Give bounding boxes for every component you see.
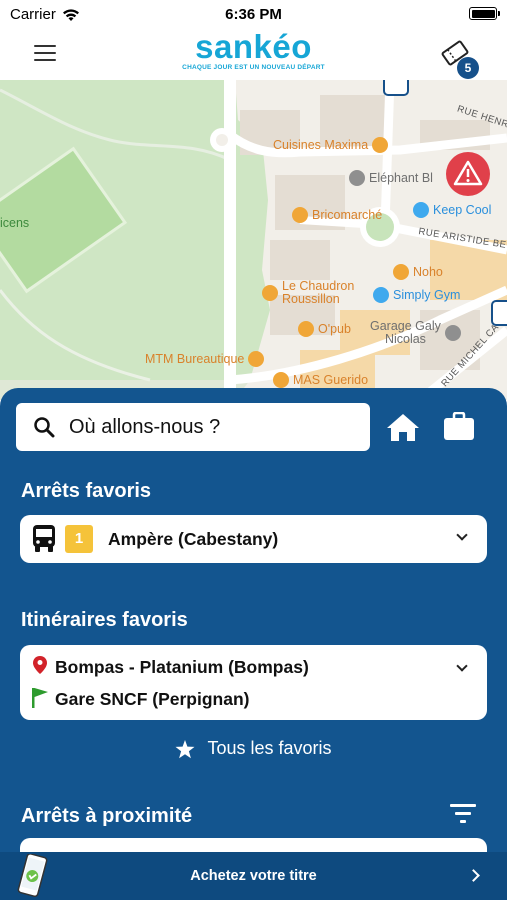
favorite-itinerary-card[interactable]: Bompas - Platanium (Bompas) Gare SNCF (P…	[20, 645, 487, 720]
battery-icon	[469, 7, 500, 20]
favorite-stops-title: Arrêts favoris	[21, 480, 152, 502]
logo-tagline: CHAQUE JOUR EST UN NOUVEAU DÉPART	[182, 64, 325, 71]
traffic-alert-marker[interactable]	[446, 152, 490, 196]
star-icon	[175, 739, 195, 758]
favorite-stop-card[interactable]: 1 Ampère (Cabestany)	[20, 515, 487, 563]
poi-noho[interactable]: Noho	[393, 264, 443, 280]
home-button[interactable]	[386, 412, 420, 442]
gym-icon	[373, 287, 389, 303]
gym-icon	[413, 202, 429, 218]
poi-elephant-bleu[interactable]: Eléphant Bl	[349, 170, 433, 186]
app-header: sankéo CHAQUE JOUR EST UN NOUVEAU DÉPART…	[0, 28, 507, 80]
nearby-stops-title: Arrêts à proximité	[21, 805, 193, 827]
briefcase-icon	[444, 411, 474, 440]
all-favorites-link[interactable]: Tous les favoris	[0, 738, 507, 759]
status-bar: Carrier 6:36 PM	[0, 0, 507, 28]
clock: 6:36 PM	[225, 6, 282, 23]
warning-icon	[453, 160, 483, 186]
logo: sankéo CHAQUE JOUR EST UN NOUVEAU DÉPART	[0, 28, 507, 72]
search-input[interactable]: Où allons-nous ?	[16, 403, 370, 451]
favorite-stop-name: Ampère (Cabestany)	[108, 529, 279, 549]
line-badge: 1	[65, 525, 93, 553]
bar-icon	[298, 321, 314, 337]
bus-icon	[33, 525, 55, 552]
shop-icon	[372, 137, 389, 153]
map-view[interactable]: RUE HENRI RUE ARISTIDE BE RUE MICHEL CA …	[0, 80, 507, 400]
shop-icon	[248, 351, 265, 367]
car-wash-icon	[349, 170, 365, 186]
shop-icon	[292, 207, 308, 223]
poi-le-chaudron[interactable]: Le Chaudron Roussillon	[262, 280, 354, 306]
restaurant-icon	[262, 285, 278, 301]
chevron-down-icon[interactable]	[456, 660, 468, 672]
park-label: icens	[0, 216, 30, 230]
logo-name: sankéo	[195, 28, 312, 65]
filter-icon[interactable]	[450, 804, 476, 824]
bottom-panel: Où allons-nous ? Arrêts favoris 1 Ampère…	[0, 388, 507, 878]
buy-ticket-label: Achetez votre titre	[190, 868, 317, 884]
poi-mtm-bureautique[interactable]: MTM Bureautique	[145, 351, 265, 367]
flag-icon	[32, 688, 48, 708]
location-pin-icon	[33, 656, 47, 674]
poi-simply-gym[interactable]: Simply Gym	[373, 287, 460, 303]
work-button[interactable]	[443, 411, 475, 442]
poi-keep-cool[interactable]: Keep Cool	[413, 202, 491, 218]
shop-icon	[273, 372, 289, 388]
search-placeholder: Où allons-nous ?	[69, 416, 221, 438]
bus-stop-marker[interactable]	[491, 300, 507, 326]
itinerary-to: Gare SNCF (Perpignan)	[55, 689, 250, 709]
tickets-button[interactable]: 5	[440, 40, 479, 79]
favorite-itineraries-title: Itinéraires favoris	[21, 609, 188, 631]
bus-stop-marker[interactable]	[383, 80, 409, 96]
poi-opub[interactable]: O'pub	[298, 321, 351, 337]
all-favorites-label: Tous les favoris	[207, 738, 332, 758]
garage-icon	[444, 325, 461, 341]
poi-mas-guerido[interactable]: MAS Guerido	[273, 372, 368, 388]
restaurant-icon	[393, 264, 409, 280]
itinerary-from: Bompas - Platanium (Bompas)	[55, 657, 309, 677]
tickets-count-badge: 5	[457, 57, 479, 79]
poi-bricomarche[interactable]: Bricomarché	[292, 207, 382, 223]
app-screen: { "status_bar": { "carrier": "Carrier", …	[0, 0, 507, 900]
home-icon	[387, 414, 419, 441]
search-icon	[34, 417, 55, 438]
poi-garage-galy[interactable]: Garage Galy Nicolas	[370, 320, 461, 346]
poi-cuisines-maxima[interactable]: Cuisines Maxima	[273, 137, 389, 153]
buy-ticket-bar[interactable]: Achetez votre titre	[0, 852, 507, 900]
chevron-down-icon[interactable]	[456, 529, 468, 541]
